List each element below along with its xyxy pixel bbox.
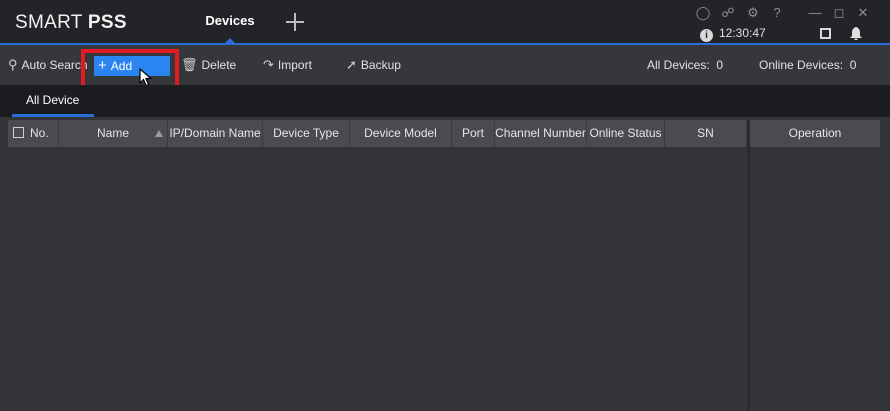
trash-icon: 🗑 — [181, 57, 198, 72]
online-devices-count: Online Devices: 0 — [759, 58, 857, 72]
lock-icon[interactable]: ☍ — [720, 5, 736, 21]
window-controls: ◯ ☍ ⚙ ? — ◻ ✕ — [695, 5, 885, 23]
col-device-type[interactable]: Device Type — [263, 120, 350, 147]
sort-asc-icon — [155, 130, 163, 137]
col-device-model[interactable]: Device Model — [350, 120, 452, 147]
cpu-icon[interactable] — [820, 28, 831, 39]
col-no[interactable]: No. — [8, 120, 59, 147]
table-right-edge — [880, 120, 890, 411]
import-button[interactable]: ↷ Import — [263, 56, 312, 74]
add-tab-icon[interactable] — [286, 13, 304, 31]
backup-icon: ➚ — [346, 57, 357, 72]
subtab-all-device[interactable]: All Device — [12, 85, 94, 117]
column-divider — [747, 120, 750, 411]
col-operation[interactable]: Operation — [750, 120, 880, 147]
col-online-status[interactable]: Online Status — [587, 120, 665, 147]
all-devices-count: All Devices: 0 — [647, 58, 724, 72]
clock: i 12:30:47 — [700, 26, 766, 42]
import-icon: ↷ — [263, 57, 274, 72]
col-name[interactable]: Name — [59, 120, 168, 147]
minimize-icon[interactable]: — — [807, 5, 823, 21]
clock-time: 12:30:47 — [719, 26, 766, 40]
col-ip-domain[interactable]: IP/Domain Name — [168, 120, 263, 147]
help-icon[interactable]: ? — [769, 5, 785, 21]
select-all-checkbox[interactable] — [13, 127, 24, 138]
subtab-bar: All Device — [0, 85, 890, 117]
col-sn[interactable]: SN — [665, 120, 747, 147]
maximize-icon[interactable]: ◻ — [831, 5, 847, 21]
backup-button[interactable]: ➚ Backup — [346, 56, 401, 74]
app-logo: SMART PSS — [15, 12, 127, 33]
info-icon[interactable]: i — [700, 29, 713, 42]
active-tab-indicator — [224, 38, 236, 44]
bell-icon[interactable] — [850, 27, 862, 40]
auto-search-button[interactable]: ⚲ Auto Search — [8, 56, 88, 74]
settings-icon[interactable]: ⚙ — [745, 5, 761, 21]
col-port[interactable]: Port — [452, 120, 495, 147]
search-icon: ⚲ — [8, 57, 18, 72]
col-channel-number[interactable]: Channel Number — [495, 120, 587, 147]
close-icon[interactable]: ✕ — [855, 5, 871, 21]
title-bar: SMART PSS Devices ◯ ☍ ⚙ ? — ◻ ✕ i 12:30:4… — [0, 0, 890, 45]
user-icon[interactable]: ◯ — [695, 5, 711, 21]
delete-button[interactable]: 🗑 Delete — [181, 56, 236, 74]
tab-devices[interactable]: Devices — [196, 0, 264, 44]
